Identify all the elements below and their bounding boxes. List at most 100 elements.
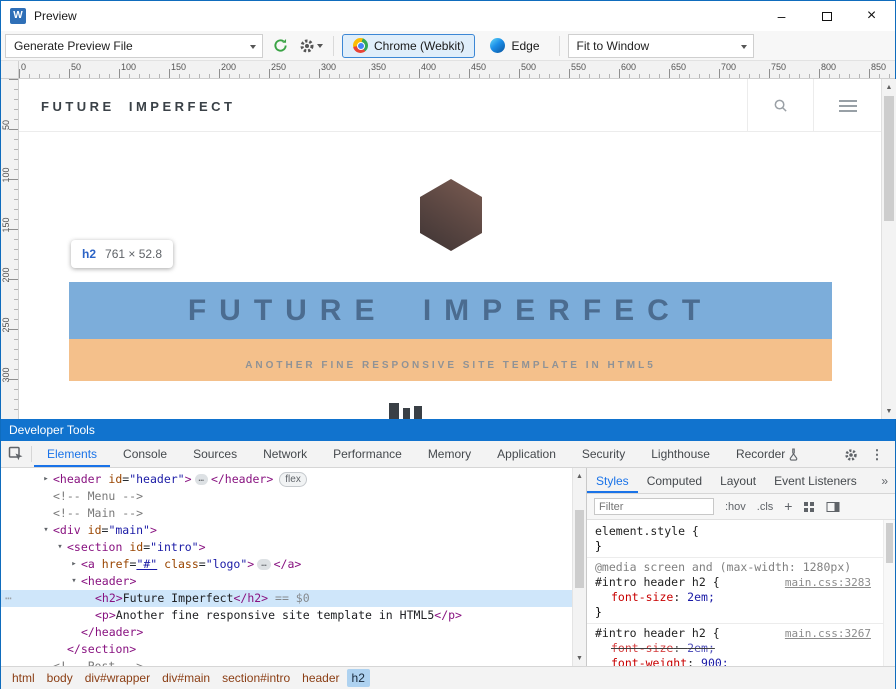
sidebar-tab-styles[interactable]: Styles	[587, 468, 638, 493]
inline-expand-icon[interactable]: …	[257, 559, 270, 570]
devtools-tab-console[interactable]: Console	[110, 441, 180, 467]
elements-tree-row[interactable]: <!-- Main -->	[1, 505, 572, 522]
sidebar-tab-layout[interactable]: Layout	[711, 468, 765, 493]
new-style-rule-button[interactable]: +	[784, 498, 792, 514]
expand-closed-icon[interactable]: ▸	[41, 471, 51, 488]
devtools-settings-button[interactable]	[839, 441, 863, 468]
breadcrumb-sectionintro[interactable]: section#intro	[217, 669, 295, 687]
elements-tree-scrollbar[interactable]: ▲ ▼	[572, 468, 586, 666]
devtools-tab-elements[interactable]: Elements	[34, 441, 110, 467]
sidebar-tab-computed[interactable]: Computed	[638, 468, 711, 493]
site-search-button[interactable]	[747, 79, 813, 132]
app-icon: W	[10, 8, 26, 24]
breadcrumb-divmain[interactable]: div#main	[157, 669, 215, 687]
css-declaration: font-weight: 900;	[593, 656, 877, 666]
scroll-down-icon[interactable]: ▼	[573, 651, 586, 665]
site-logo-link[interactable]: FUTURE IMPERFECT	[41, 99, 235, 114]
close-button[interactable]: ×	[849, 2, 894, 30]
devtools-menu-button[interactable]: ⋮	[865, 441, 889, 468]
element-states-grid-icon[interactable]	[803, 501, 815, 513]
code-token: Another fine responsive site template in…	[116, 608, 435, 622]
breadcrumb-header[interactable]: header	[297, 669, 344, 687]
minimize-icon: –	[778, 8, 786, 24]
style-rule-section: element.style {}	[587, 522, 883, 558]
breadcrumb-h2[interactable]: h2	[347, 669, 370, 687]
elements-tree-row[interactable]: ▸<header id="header">…</header>flex	[1, 471, 572, 488]
ruler-label: 500	[521, 62, 536, 72]
zoom-combo[interactable]: Fit to Window	[568, 34, 754, 58]
scroll-up-icon[interactable]: ▲	[882, 80, 896, 94]
elements-tree-row[interactable]: <!-- Menu -->	[1, 488, 572, 505]
toggle-pseudo-state-button[interactable]: :hov	[725, 501, 746, 513]
devtools-tab-recorder[interactable]: Recorder	[723, 441, 812, 467]
flex-badge[interactable]: flex	[279, 472, 307, 487]
stylesheet-link[interactable]: main.css:3267	[785, 626, 871, 641]
code-token: class	[164, 557, 199, 571]
preview-scrollbar[interactable]: ▲ ▼	[881, 79, 896, 419]
minimize-button[interactable]: –	[759, 2, 804, 30]
refresh-button[interactable]	[267, 34, 293, 58]
breadcrumb-body[interactable]: body	[42, 669, 78, 687]
stylesheet-link[interactable]: main.css:3283	[785, 575, 871, 590]
inspect-cursor-icon	[8, 446, 24, 462]
overflow-tabs-icon[interactable]: »	[881, 474, 888, 488]
devtools-tab-application[interactable]: Application	[484, 441, 569, 467]
elements-tree-row[interactable]: <!-- Post -->	[1, 658, 572, 666]
code-token: id	[108, 472, 122, 486]
elements-tree-row[interactable]: <p>Another fine responsive site template…	[1, 607, 572, 624]
elements-tree-row[interactable]: </section>	[1, 641, 572, 658]
ruler-label: 850	[871, 62, 886, 72]
inline-expand-icon[interactable]: …	[195, 474, 208, 485]
scroll-up-icon[interactable]: ▲	[573, 469, 586, 483]
maximize-button[interactable]	[804, 2, 849, 30]
inspect-element-button[interactable]	[1, 441, 31, 467]
ruler-label: 250	[271, 62, 286, 72]
code-token: "logo"	[206, 557, 248, 571]
devtools-tab-network[interactable]: Network	[250, 441, 320, 467]
devtools-tab-security[interactable]: Security	[569, 441, 638, 467]
element-classes-button[interactable]: .cls	[757, 501, 774, 513]
site-hexagon-logo[interactable]	[420, 179, 482, 251]
scroll-down-icon[interactable]: ▼	[882, 404, 896, 418]
browser-preview-viewport: FUTURE IMPERFECT h2 761 × 52.8 FUTURE IM…	[19, 79, 881, 419]
expand-open-icon[interactable]: ▾	[69, 573, 79, 590]
elements-tree-row[interactable]: ▾<header>	[1, 573, 572, 590]
code-token: <a	[81, 557, 95, 571]
preview-file-combo[interactable]: Generate Preview File	[5, 34, 263, 58]
ruler-label: 150	[1, 216, 11, 234]
devtools-tab-lighthouse[interactable]: Lighthouse	[638, 441, 723, 467]
kebab-icon: ⋮	[871, 447, 884, 463]
devtools-tab-performance[interactable]: Performance	[320, 441, 415, 467]
breadcrumb-html[interactable]: html	[7, 669, 40, 687]
scrollbar-thumb[interactable]	[575, 510, 584, 588]
elements-tree-row[interactable]: ▾<section id="intro">	[1, 539, 572, 556]
scrollbar-thumb[interactable]	[884, 96, 894, 221]
code-token: "intro"	[150, 540, 198, 554]
elements-tree-row[interactable]: ⋯<h2>Future Imperfect</h2> == $0	[1, 590, 572, 607]
row-actions-icon[interactable]: ⋯	[5, 590, 13, 607]
elements-tree: ▸<header id="header">…</header>flex<!-- …	[1, 468, 572, 666]
css-property-name: font-size	[611, 590, 673, 604]
devtools-tab-memory[interactable]: Memory	[415, 441, 484, 467]
dock-sidebar-icon[interactable]	[826, 501, 840, 513]
elements-tree-row[interactable]: </header>	[1, 624, 572, 641]
horizontal-ruler: 0501001502002503003504004505005506006507…	[19, 61, 895, 79]
devtools-tab-sources[interactable]: Sources	[180, 441, 250, 467]
expand-closed-icon[interactable]: ▸	[69, 556, 79, 573]
breadcrumb-divwrapper[interactable]: div#wrapper	[80, 669, 155, 687]
code-token: == $0	[268, 591, 310, 605]
browser-button-edge[interactable]: Edge	[479, 34, 550, 58]
ruler-label: 450	[471, 62, 486, 72]
ruler-label: 350	[371, 62, 386, 72]
site-menu-button[interactable]	[813, 79, 881, 132]
styles-filter-input[interactable]	[594, 498, 714, 515]
styles-scrollbar[interactable]	[883, 520, 895, 666]
browser-button-chrome[interactable]: Chrome (Webkit)	[342, 34, 475, 58]
sidebar-tab-event-listeners[interactable]: Event Listeners	[765, 468, 866, 493]
expand-open-icon[interactable]: ▾	[41, 522, 51, 539]
elements-tree-row[interactable]: ▸<a href="#" class="logo">…</a>	[1, 556, 572, 573]
scrollbar-thumb[interactable]	[886, 523, 893, 563]
preview-settings-button[interactable]	[297, 38, 325, 54]
elements-tree-row[interactable]: ▾<div id="main">	[1, 522, 572, 539]
expand-open-icon[interactable]: ▾	[55, 539, 65, 556]
